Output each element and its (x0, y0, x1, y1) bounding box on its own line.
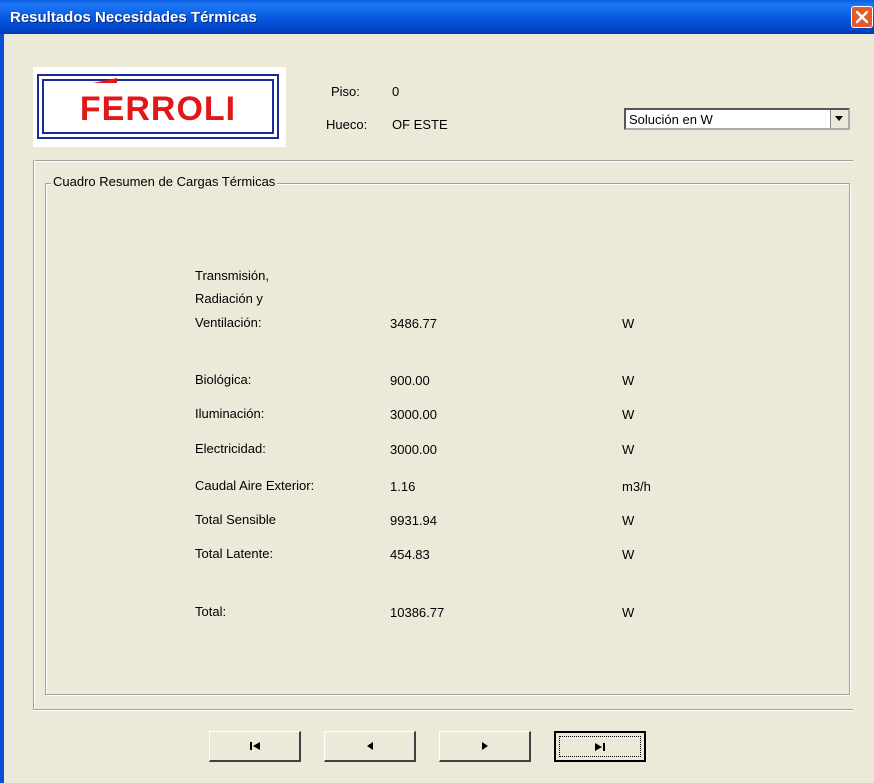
close-button[interactable] (851, 6, 873, 28)
transmission-value: 3486.77 (390, 316, 437, 331)
transmission-label-2: Radiación y (195, 291, 263, 306)
logo-text: FERROLI (80, 90, 236, 128)
close-icon (855, 10, 869, 24)
next-record-button[interactable] (439, 731, 531, 762)
dropdown-button[interactable] (830, 110, 848, 128)
row-label: Total Sensible (195, 512, 276, 527)
divider-bottom (33, 709, 853, 711)
first-icon (249, 742, 260, 750)
row-value: 3000.00 (390, 407, 437, 422)
total-label: Total: (195, 604, 227, 619)
next-icon (481, 742, 488, 750)
row-unit: W (622, 442, 635, 457)
row-unit: W (622, 373, 635, 388)
row-unit: W (622, 547, 635, 562)
piso-value: 0 (392, 84, 400, 99)
first-record-button[interactable] (209, 731, 301, 762)
row-label: Caudal Aire Exterior: (195, 478, 315, 493)
unit-select[interactable]: Solución en W (624, 108, 850, 130)
ferroli-logo: FERROLI (33, 67, 286, 147)
window-title: Resultados Necesidades Térmicas (10, 9, 257, 26)
row-label: Biológica: (195, 372, 252, 387)
transmission-label-1: Transmisión, (195, 268, 269, 283)
hueco-label: Hueco: (326, 117, 368, 132)
row-label: Total Latente: (195, 546, 274, 561)
row-value: 454.83 (390, 547, 430, 562)
row-value: 900.00 (390, 373, 430, 388)
results-window: Resultados Necesidades Térmicas FERROLI … (0, 0, 874, 783)
row-value: 9931.94 (390, 513, 437, 528)
transmission-label-3: Ventilación: (195, 315, 262, 330)
unit-select-value: Solución en W (629, 112, 713, 127)
transmission-unit: W (622, 316, 635, 331)
row-unit: m3/h (622, 479, 651, 494)
divider-top (33, 160, 853, 162)
previous-record-button[interactable] (324, 731, 416, 762)
piso-label: Piso: (331, 84, 360, 99)
row-unit: W (622, 513, 635, 528)
title-bar[interactable]: Resultados Necesidades Térmicas (0, 0, 874, 34)
summary-groupbox (45, 183, 850, 695)
previous-icon (366, 742, 373, 750)
divider-left (33, 160, 35, 710)
logo-graphic: FERROLI (37, 74, 279, 139)
total-unit: W (622, 605, 635, 620)
row-value: 3000.00 (390, 442, 437, 457)
row-value: 1.16 (390, 479, 416, 494)
total-value: 10386.77 (390, 605, 445, 620)
chevron-down-icon (835, 116, 843, 121)
row-unit: W (622, 407, 635, 422)
window-left-border (0, 34, 4, 783)
last-icon (595, 742, 605, 751)
last-record-button[interactable] (554, 731, 646, 762)
row-label: Electricidad: (195, 441, 266, 456)
hueco-value: OF ESTE (392, 117, 448, 132)
summary-title: Cuadro Resumen de Cargas Térmicas (51, 174, 278, 189)
row-label: Iluminación: (195, 406, 265, 421)
